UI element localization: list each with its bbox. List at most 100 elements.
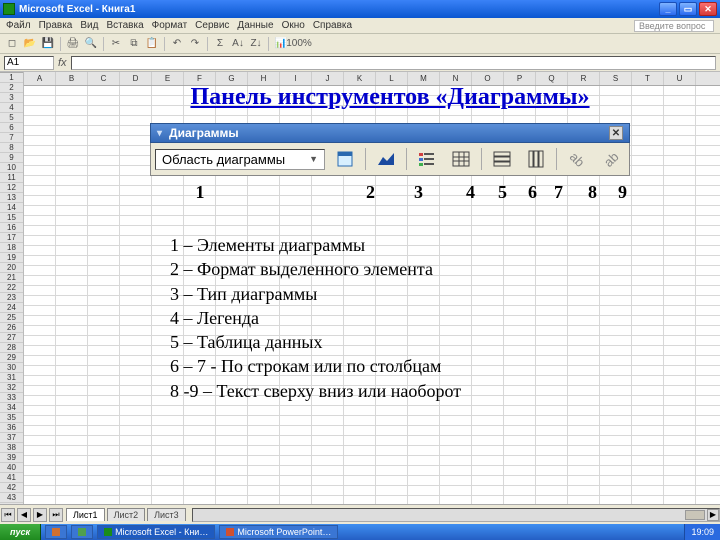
row-header[interactable]: 25 [0,313,23,323]
charts-toolbar-close-icon[interactable]: ✕ [609,126,623,140]
row-header[interactable]: 9 [0,153,23,163]
sheet-tab-2[interactable]: Лист2 [107,508,146,521]
menu-window[interactable]: Окно [282,20,305,31]
column-header[interactable]: F [184,72,216,85]
column-header[interactable]: E [152,72,184,85]
open-icon[interactable]: 📂 [22,36,38,52]
column-header[interactable]: D [120,72,152,85]
column-header[interactable]: H [248,72,280,85]
chart-element-dropdown[interactable]: Область диаграммы ▼ [155,149,325,170]
row-header[interactable]: 19 [0,253,23,263]
row-header[interactable]: 33 [0,393,23,403]
column-header[interactable]: O [472,72,504,85]
row-header[interactable]: 32 [0,383,23,393]
start-button[interactable]: пуск [0,524,41,540]
close-button[interactable]: ✕ [699,2,717,16]
column-header[interactable]: R [568,72,600,85]
row-header[interactable]: 28 [0,343,23,353]
row-header[interactable]: 41 [0,473,23,483]
taskbar-item-powerpoint[interactable]: Microsoft PowerPoint… [219,525,338,539]
column-header[interactable]: I [280,72,312,85]
row-header[interactable]: 5 [0,113,23,123]
row-header[interactable]: 30 [0,363,23,373]
sum-icon[interactable]: Σ [212,36,228,52]
row-header[interactable]: 22 [0,283,23,293]
redo-icon[interactable]: ↷ [187,36,203,52]
column-header[interactable]: L [376,72,408,85]
row-header[interactable]: 18 [0,243,23,253]
column-header[interactable]: S [600,72,632,85]
preview-icon[interactable]: 🔍 [83,36,99,52]
row-header[interactable]: 11 [0,173,23,183]
sheet-nav-next-icon[interactable]: ▶ [33,508,47,522]
data-table-button[interactable] [447,147,475,171]
menu-view[interactable]: Вид [80,20,98,31]
column-header[interactable]: C [88,72,120,85]
menu-tools[interactable]: Сервис [195,20,229,31]
fx-icon[interactable]: fx [58,57,67,69]
chart-type-button[interactable] [372,147,400,171]
column-header[interactable]: B [56,72,88,85]
row-header[interactable]: 7 [0,133,23,143]
sheet-tab-3[interactable]: Лист3 [147,508,186,521]
by-cols-button[interactable] [522,147,550,171]
copy-icon[interactable]: ⧉ [126,36,142,52]
charts-toolbar-titlebar[interactable]: ▾ Диаграммы ✕ [150,123,630,143]
row-header[interactable]: 27 [0,333,23,343]
row-header[interactable]: 4 [0,103,23,113]
row-header[interactable]: 36 [0,423,23,433]
legend-button[interactable] [413,147,441,171]
taskbar-item[interactable] [45,525,67,539]
sheet-tab-1[interactable]: Лист1 [66,508,105,521]
menu-insert[interactable]: Вставка [106,20,143,31]
column-header[interactable]: U [664,72,696,85]
column-header[interactable]: M [408,72,440,85]
row-header[interactable]: 34 [0,403,23,413]
row-header[interactable]: 8 [0,143,23,153]
by-rows-button[interactable] [488,147,516,171]
row-header[interactable]: 40 [0,463,23,473]
row-header[interactable]: 38 [0,443,23,453]
name-box[interactable]: A1 [4,56,54,70]
scroll-right-icon[interactable]: ▶ [707,509,719,521]
row-header[interactable]: 39 [0,453,23,463]
ask-question-box[interactable]: Введите вопрос [634,20,714,32]
taskbar-item[interactable] [71,525,93,539]
row-header[interactable]: 2 [0,83,23,93]
minimize-button[interactable]: _ [659,2,677,16]
row-header[interactable]: 29 [0,353,23,363]
text-angle-down-button[interactable]: ab [563,147,591,171]
menu-edit[interactable]: Правка [39,20,73,31]
row-header[interactable]: 21 [0,273,23,283]
row-header[interactable]: 16 [0,223,23,233]
menu-help[interactable]: Справка [313,20,352,31]
text-angle-up-button[interactable]: ab [597,147,625,171]
save-icon[interactable]: 💾 [40,36,56,52]
row-header[interactable]: 1 [0,73,23,83]
column-header[interactable]: J [312,72,344,85]
row-header[interactable]: 15 [0,213,23,223]
row-header[interactable]: 43 [0,493,23,503]
row-header[interactable]: 6 [0,123,23,133]
print-icon[interactable]: 🖨 [65,36,81,52]
maximize-button[interactable]: ▭ [679,2,697,16]
cut-icon[interactable]: ✂ [108,36,124,52]
column-header[interactable]: P [504,72,536,85]
taskbar-item-excel[interactable]: Microsoft Excel - Кни… [97,525,215,539]
menu-format[interactable]: Формат [152,20,188,31]
menu-file[interactable]: Файл [6,20,31,31]
row-header[interactable]: 13 [0,193,23,203]
row-header[interactable]: 20 [0,263,23,273]
sort-asc-icon[interactable]: A↓ [230,36,246,52]
row-header[interactable]: 17 [0,233,23,243]
column-header[interactable]: K [344,72,376,85]
row-header[interactable]: 35 [0,413,23,423]
row-header[interactable]: 12 [0,183,23,193]
new-icon[interactable]: ◻ [4,36,20,52]
format-selection-button[interactable] [331,147,359,171]
column-header[interactable]: T [632,72,664,85]
undo-icon[interactable]: ↶ [169,36,185,52]
column-header[interactable]: Q [536,72,568,85]
formula-input[interactable] [71,56,716,70]
sheet-nav-prev-icon[interactable]: ◀ [17,508,31,522]
